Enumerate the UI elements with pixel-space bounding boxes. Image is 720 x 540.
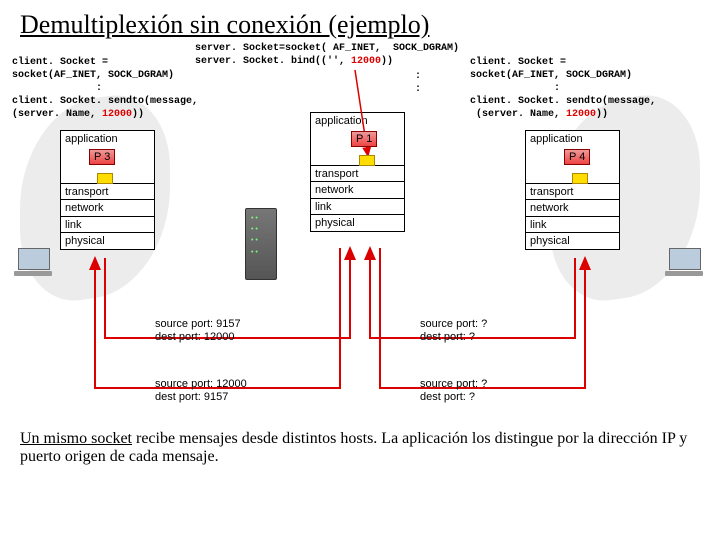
socket-left xyxy=(97,173,113,184)
layer-application-right: application P 4 xyxy=(525,130,620,184)
left-code-l5a: (server. Name, xyxy=(12,109,102,120)
right-code-l5b: )) xyxy=(596,109,608,120)
layer-application-mid: application P 1 xyxy=(310,112,405,166)
server-icon xyxy=(245,208,277,280)
layer-transport-right: transport xyxy=(525,183,620,201)
layer-link-right: link xyxy=(525,216,620,234)
left-send-port: 12000 xyxy=(102,109,132,120)
stack-mid: application P 1 transport network link p… xyxy=(310,112,405,231)
packet-3: source port: ? dest port: ? xyxy=(420,318,487,344)
server-code-l2a: server. Socket. bind(('', xyxy=(195,56,351,67)
process-p1: P 1 xyxy=(351,131,377,147)
layer-transport-mid: transport xyxy=(310,165,405,183)
packet-1-src: source port: 9157 xyxy=(155,318,241,331)
layer-application-label: application xyxy=(65,133,118,145)
left-code-l1: client. Socket = xyxy=(12,56,198,69)
right-code-l5a: (server. Name, xyxy=(470,109,566,120)
packet-2-src: source port: 12000 xyxy=(155,378,247,391)
packet-4-dst: dest port: ? xyxy=(420,391,487,404)
right-code-l2: socket(AF_INET, SOCK_DGRAM) xyxy=(470,69,656,82)
stack-right: application P 4 transport network link p… xyxy=(525,130,620,249)
layer-application-mid-label: application xyxy=(315,115,368,127)
server-bind-port: 12000 xyxy=(351,56,381,67)
right-code-l4: client. Socket. sendto(message, xyxy=(470,95,656,108)
left-client-code: client. Socket = socket(AF_INET, SOCK_DG… xyxy=(12,56,198,121)
server-code: server. Socket=socket( AF_INET, SOCK_DGR… xyxy=(195,42,459,68)
left-code-l3: : xyxy=(12,82,198,95)
layer-physical-right: physical xyxy=(525,232,620,250)
layer-link-mid: link xyxy=(310,198,405,216)
packet-3-src: source port: ? xyxy=(420,318,487,331)
socket-right xyxy=(572,173,588,184)
footer-text: Un mismo socket recibe mensajes desde di… xyxy=(20,430,700,466)
server-code-l2b: )) xyxy=(381,56,393,67)
right-code-l3: : xyxy=(470,82,656,95)
laptop-left-icon xyxy=(14,248,52,276)
layer-transport-left: transport xyxy=(60,183,155,201)
packet-4-src: source port: ? xyxy=(420,378,487,391)
right-send-port: 12000 xyxy=(566,109,596,120)
left-code-l4: client. Socket. sendto(message, xyxy=(12,95,198,108)
layer-network-mid: network xyxy=(310,181,405,199)
left-code-l5b: )) xyxy=(132,109,144,120)
packet-1-dst: dest port: 12000 xyxy=(155,331,241,344)
layer-application-left: application P 3 xyxy=(60,130,155,184)
socket-mid xyxy=(359,155,375,166)
slide-title: Demultiplexión sin conexión (ejemplo) xyxy=(20,10,700,40)
packet-4: source port: ? dest port: ? xyxy=(420,378,487,404)
layer-physical-left: physical xyxy=(60,232,155,250)
diagram-area: server. Socket=socket( AF_INET, SOCK_DGR… xyxy=(20,48,700,428)
server-code-l1: server. Socket=socket( AF_INET, SOCK_DGR… xyxy=(195,43,459,54)
packet-2: source port: 12000 dest port: 9157 xyxy=(155,378,247,404)
layer-network-right: network xyxy=(525,199,620,217)
right-client-code: client. Socket = socket(AF_INET, SOCK_DG… xyxy=(470,56,656,121)
layer-link-left: link xyxy=(60,216,155,234)
process-p4: P 4 xyxy=(564,149,590,165)
process-p3: P 3 xyxy=(89,149,115,165)
right-code-l1: client. Socket = xyxy=(470,56,656,69)
mid-dots-2: : xyxy=(415,83,421,96)
stack-left: application P 3 transport network link p… xyxy=(60,130,155,249)
packet-3-dst: dest port: ? xyxy=(420,331,487,344)
laptop-right-icon xyxy=(665,248,703,276)
packet-2-dst: dest port: 9157 xyxy=(155,391,247,404)
layer-application-right-label: application xyxy=(530,133,583,145)
left-code-l2: socket(AF_INET, SOCK_DGRAM) xyxy=(12,69,198,82)
footer-bold: Un mismo socket xyxy=(20,430,132,447)
mid-dots-1: : xyxy=(415,70,421,83)
layer-physical-mid: physical xyxy=(310,214,405,232)
packet-1: source port: 9157 dest port: 12000 xyxy=(155,318,241,344)
layer-network-left: network xyxy=(60,199,155,217)
